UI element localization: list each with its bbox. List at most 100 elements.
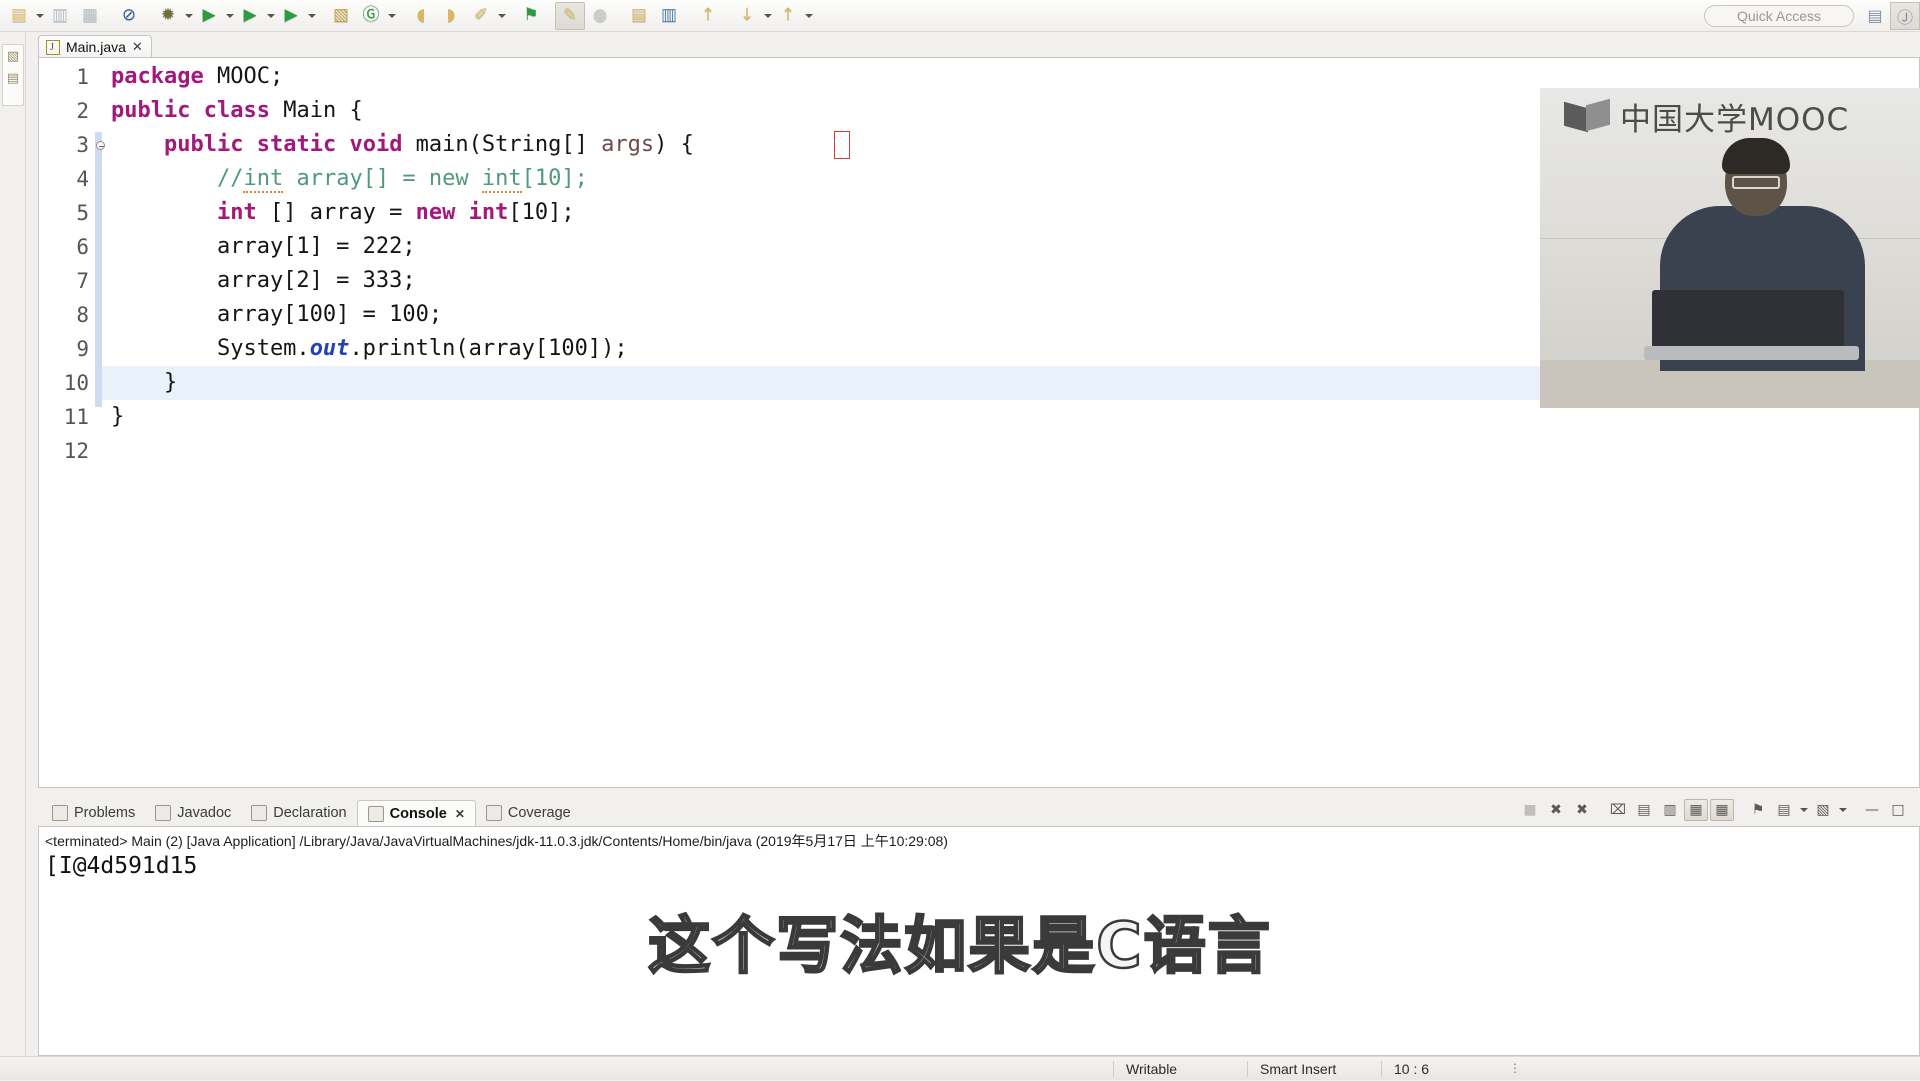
display-selected-console-dropdown-arrow[interactable]	[1798, 796, 1809, 824]
line-number: 3	[76, 133, 89, 157]
next-annotation-button[interactable]: ▤	[624, 2, 654, 30]
open-console-dropdown-arrow[interactable]	[1837, 796, 1848, 824]
show-console-on-output-button[interactable]: ▦	[1684, 799, 1708, 821]
clear-console-button[interactable]: ⌧	[1606, 799, 1630, 821]
terminate-button: ■	[1518, 799, 1542, 821]
toolbar-button-group: ▤ ▥ ▦ ⊘ ✹ ▶ ▶ ▶ ▧ Ⓖ ◖ ◗ ✐ ⚑ ✎ ● ▤ ▥ ↑ ↓ ↑	[4, 1, 814, 30]
console-tab-coverage[interactable]: Coverage	[476, 800, 581, 826]
open-task-button[interactable]: ◗	[436, 2, 466, 30]
open-console-button[interactable]: ▧	[1811, 799, 1835, 821]
console-tab-declaration[interactable]: Declaration	[241, 800, 356, 826]
close-icon[interactable]: ✕	[455, 807, 465, 821]
save-button[interactable]: ▥	[45, 2, 75, 30]
minimize-button[interactable]: —	[1860, 799, 1884, 821]
run-button[interactable]: ▶	[194, 2, 224, 30]
laptop-base	[1644, 346, 1859, 360]
debug-dropdown-arrow[interactable]	[183, 2, 194, 30]
code-text: array[2] = 333;	[111, 268, 416, 293]
status-writable: Writable	[1126, 1060, 1178, 1077]
console-tab-javadoc[interactable]: Javadoc	[145, 800, 241, 826]
forward-button[interactable]: ↑	[773, 2, 803, 30]
run-coverage-button[interactable]: ▶	[235, 2, 265, 30]
code-text: //int array[] = new int[10];	[216, 166, 588, 193]
run-last-tool-icon: ▶	[284, 5, 298, 25]
editor-area: J Main.java ✕ 1 package MOOC; 2 public clas…	[38, 32, 1920, 788]
status-menu-icon[interactable]: ⋮	[1502, 1057, 1528, 1081]
console-launch-label: <terminated> Main (2) [Java Application]…	[45, 833, 948, 849]
search-button[interactable]: ✐	[466, 2, 496, 30]
toolbar-separator	[723, 5, 732, 27]
new-wizard-icon: ▤	[10, 5, 28, 25]
open-perspective-button[interactable]: ▤	[1860, 2, 1890, 30]
skip-all-breakpoints-icon: ⊘	[121, 5, 137, 25]
forward-dropdown-arrow[interactable]	[803, 2, 814, 30]
word-wrap-icon: ▥	[1663, 802, 1677, 818]
console-tab-console[interactable]: Console ✕	[356, 800, 476, 826]
console-output-text: [I@4d591d15	[45, 853, 198, 879]
scroll-lock-button[interactable]: ▤	[1632, 799, 1656, 821]
line-number: 8	[76, 303, 89, 327]
back-button[interactable]: ↓	[732, 2, 762, 30]
new-java-package-button[interactable]: ▧	[326, 2, 356, 30]
status-bar: Writable Smart Insert 10 : 6 ⋮	[0, 1056, 1920, 1080]
java-perspective-button[interactable]: Ⓙ	[1890, 1, 1920, 30]
previous-annotation-icon: ▥	[660, 5, 678, 25]
debug-button[interactable]: ✹	[153, 2, 183, 30]
run-dropdown-arrow[interactable]	[224, 2, 235, 30]
remove-all-terminated-button[interactable]: ✖	[1570, 799, 1594, 821]
quick-access-input[interactable]: Quick Access	[1704, 4, 1854, 27]
close-icon[interactable]: ✕	[132, 40, 143, 55]
toolbar-separator	[546, 5, 555, 27]
toggle-mark-occurrences-button[interactable]: ⚑	[516, 2, 546, 30]
new-java-class-dropdown-arrow[interactable]	[386, 2, 397, 30]
console-output-area[interactable]: <terminated> Main (2) [Java Application]…	[38, 826, 1920, 1056]
pin-console-button[interactable]: ⚑	[1746, 799, 1770, 821]
back-dropdown-arrow[interactable]	[762, 2, 773, 30]
new-wizard-button[interactable]: ▤	[4, 2, 34, 30]
display-selected-console-button[interactable]: ▤	[1772, 799, 1796, 821]
package-explorer-view-icon[interactable]: ▤	[7, 72, 19, 85]
external-tools-button[interactable]: ●	[585, 2, 615, 30]
toolbar-separator	[397, 5, 406, 27]
pin-editor-button[interactable]: ✎	[555, 1, 585, 30]
console-toolbar-separator	[1736, 801, 1744, 819]
console-tab-bar: Problems Javadoc Declaration Console ✕ Covera…	[38, 798, 1920, 826]
show-console-on-error-button[interactable]: ▦	[1710, 799, 1734, 821]
open-type-button[interactable]: ◖	[406, 2, 436, 30]
console-tab-problems[interactable]: Problems	[42, 800, 145, 826]
show-console-on-output-icon: ▦	[1689, 802, 1703, 818]
mooc-logo-text: 中国大学MOOC	[1620, 102, 1850, 138]
skip-all-breakpoints-button[interactable]: ⊘	[114, 2, 144, 30]
editor-tab-main-java[interactable]: J Main.java ✕	[38, 35, 152, 58]
status-insert-mode: Smart Insert	[1260, 1060, 1337, 1077]
line-number: 10	[63, 371, 89, 395]
toolbar-separator	[507, 5, 516, 27]
new-java-class-icon: Ⓖ	[362, 5, 380, 25]
line-number: 2	[76, 99, 89, 123]
open-task-icon: ◗	[446, 5, 456, 25]
last-edit-location-button[interactable]: ↑	[693, 2, 723, 30]
remove-launch-button[interactable]: ✖	[1544, 799, 1568, 821]
forward-icon: ↑	[780, 5, 796, 25]
instructor-glasses	[1732, 176, 1780, 189]
code-line[interactable]: 12	[39, 434, 1919, 468]
previous-annotation-button[interactable]: ▥	[654, 2, 684, 30]
search-dropdown-arrow[interactable]	[496, 2, 507, 30]
restore-view-icon[interactable]: ▧	[7, 50, 19, 63]
fold-collapse-icon[interactable]	[96, 141, 105, 150]
code-text: public class Main {	[111, 98, 363, 123]
run-coverage-dropdown-arrow[interactable]	[265, 2, 276, 30]
new-wizard-dropdown-arrow[interactable]	[34, 2, 45, 30]
main-toolbar: ▤ ▥ ▦ ⊘ ✹ ▶ ▶ ▶ ▧ Ⓖ ◖ ◗ ✐ ⚑ ✎ ● ▤ ▥ ↑ ↓ ↑ Quick Access ▤ Ⓙ	[0, 0, 1920, 32]
maximize-button[interactable]: □	[1886, 799, 1910, 821]
new-java-class-button[interactable]: Ⓖ	[356, 2, 386, 30]
maximize-icon: □	[1891, 802, 1905, 818]
terminate-icon: ■	[1523, 802, 1537, 818]
code-text: }	[111, 370, 178, 395]
run-last-tool-button[interactable]: ▶	[276, 2, 306, 30]
run-last-tool-dropdown-arrow[interactable]	[306, 2, 317, 30]
laptop-lid	[1652, 290, 1844, 348]
save-all-button[interactable]: ▦	[75, 2, 105, 30]
word-wrap-button[interactable]: ▥	[1658, 799, 1682, 821]
toolbar-separator	[684, 5, 693, 27]
